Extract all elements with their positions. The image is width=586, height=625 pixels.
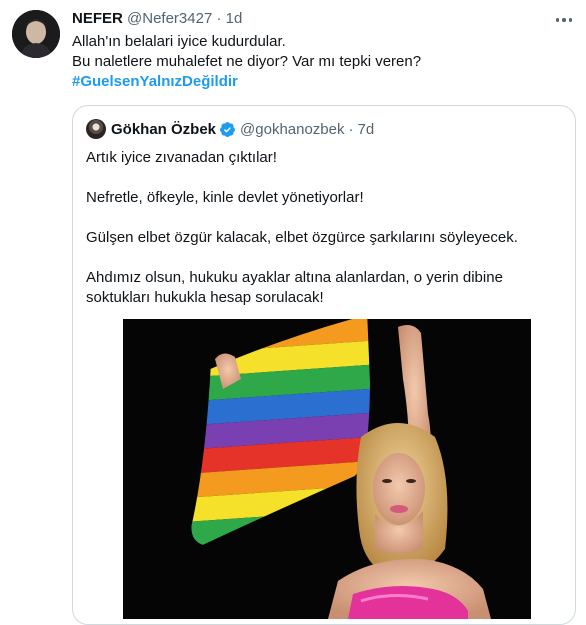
quoted-tweet-text: Artık iyice zıvanadan çıktılar! Nefretle…: [86, 148, 564, 328]
quoted-paragraph: Artık iyice zıvanadan çıktılar!: [86, 149, 277, 166]
author-handle[interactable]: @Nefer3427: [127, 10, 212, 27]
tweet-line: Allah'ın belalari iyice kudurdular.: [72, 33, 286, 50]
tweet-header: NEFER @Nefer3427 · 1d: [72, 9, 242, 29]
quoted-tweet-photo[interactable]: [123, 319, 531, 619]
separator: ·: [348, 120, 354, 138]
quoted-tweet-time: 7d: [357, 120, 375, 138]
quoted-tweet[interactable]: Gökhan Özbek @gokhanozbek · 7d Artık iyi…: [72, 105, 576, 625]
tweet-line: Bu naletlere muhalefet ne diyor? Var mı …: [72, 53, 422, 70]
quoted-paragraph: soktukları hukukla hesap sorulacak!: [86, 289, 324, 306]
tweet-text: Allah'ın belalari iyice kudurdular. Bu n…: [72, 32, 572, 92]
author-avatar[interactable]: [12, 10, 60, 58]
quoted-paragraph: Ahdımız olsun, hukuku ayaklar altına ala…: [86, 269, 503, 286]
quoted-author-avatar: [86, 119, 106, 139]
quoted-author-name: Gökhan Özbek: [111, 120, 217, 138]
more-icon[interactable]: [552, 12, 576, 28]
quoted-paragraph: Gülşen elbet özgür kalacak, elbet özgürc…: [86, 229, 518, 246]
quoted-tweet-header: Gökhan Özbek @gokhanozbek · 7d: [86, 118, 374, 140]
verified-badge-icon: [220, 121, 235, 137]
hashtag-link[interactable]: #GuelsenYalnızDeğildir: [72, 72, 572, 92]
quoted-author-handle: @gokhanozbek: [240, 120, 345, 138]
author-name[interactable]: NEFER: [72, 10, 123, 27]
tweet-time[interactable]: 1d: [226, 10, 243, 27]
separator: ·: [216, 10, 222, 27]
quoted-paragraph: Nefretle, öfkeyle, kinle devlet yönetiyo…: [86, 189, 364, 206]
